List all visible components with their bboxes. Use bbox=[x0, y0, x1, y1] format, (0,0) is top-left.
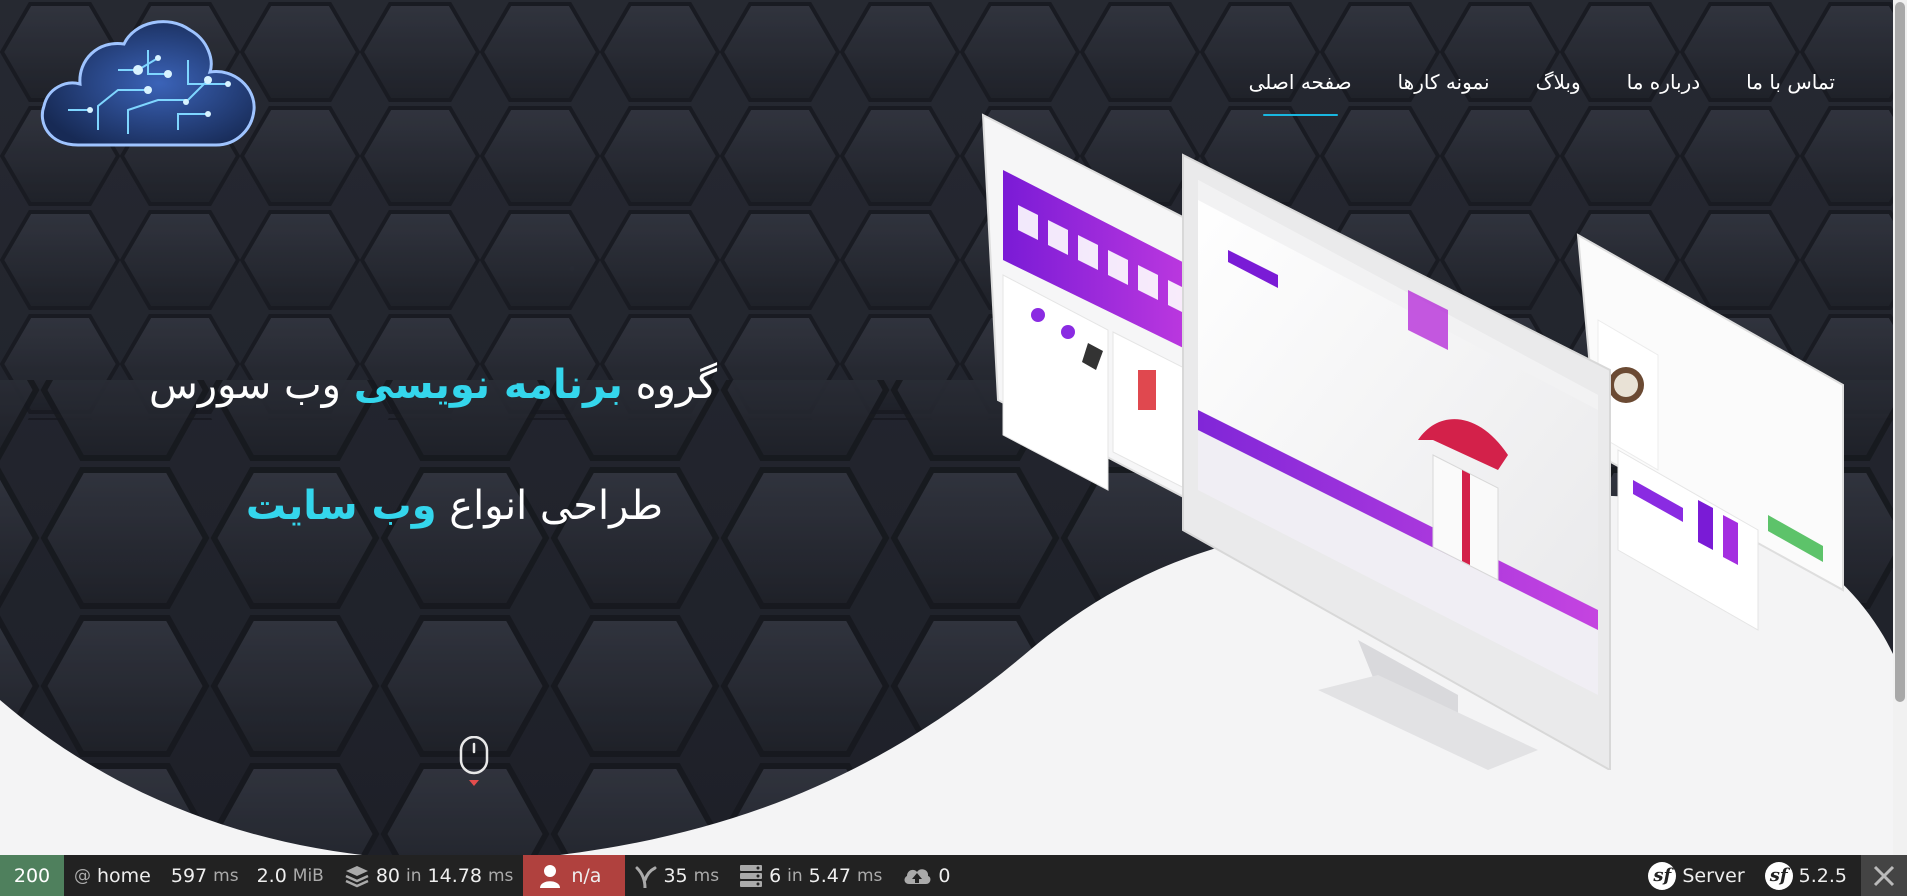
database-info[interactable]: 80 in 14.78 ms bbox=[334, 855, 524, 896]
hero-headline-start: گروه bbox=[622, 362, 717, 408]
status-code: 200 bbox=[13, 864, 51, 887]
symfony-version-icon: sf bbox=[1764, 861, 1793, 890]
nav-item-about[interactable]: درباره ما bbox=[1627, 70, 1701, 94]
cache-call-count: 6 bbox=[769, 864, 782, 887]
toolbar-close-button[interactable] bbox=[1861, 855, 1907, 896]
hero-subheadline-start: طراحی انواع bbox=[436, 483, 663, 529]
memory-unit: MiB bbox=[292, 865, 324, 886]
main-navigation: صفحه اصلی نمونه کارها وبلاگ درباره ما تم… bbox=[1249, 70, 1835, 116]
server-label: Server bbox=[1682, 864, 1745, 887]
upload-count: 0 bbox=[938, 864, 951, 887]
hero-headline-end: وب سورس bbox=[148, 362, 354, 408]
user-name: n/a bbox=[571, 864, 602, 887]
cache-in-label: in bbox=[787, 865, 803, 886]
time-unit: ms bbox=[213, 865, 239, 886]
debug-toolbar: 200 @ home 597 ms 2.0 MiB 80 in 14.78 ms… bbox=[0, 855, 1907, 896]
nav-item-home[interactable]: صفحه اصلی bbox=[1249, 70, 1352, 116]
twig-time-unit: ms bbox=[693, 865, 720, 886]
twig-info[interactable]: 35 ms bbox=[625, 855, 729, 896]
time-info[interactable]: 597 ms 2.0 MiB bbox=[161, 855, 334, 896]
db-in-label: in bbox=[406, 865, 422, 886]
cloud-circuit-logo[interactable] bbox=[38, 10, 260, 150]
upload-info[interactable]: 0 bbox=[892, 855, 960, 896]
hero-subheadline: طراحی انواع وب سایت bbox=[246, 483, 663, 529]
db-time-unit: ms bbox=[487, 865, 514, 886]
cache-time: 5.47 bbox=[808, 864, 851, 887]
database-layers-icon bbox=[345, 865, 369, 887]
symfony-logo-icon: sf bbox=[1648, 861, 1677, 890]
cache-time-unit: ms bbox=[856, 865, 883, 886]
hero-headline-highlight: برنامه نویسی bbox=[353, 362, 623, 408]
nav-item-portfolio[interactable]: نمونه کارها bbox=[1398, 70, 1490, 94]
route-info[interactable]: @ home bbox=[64, 855, 161, 896]
hero-subheadline-highlight: وب سایت bbox=[245, 483, 437, 529]
mouse-scroll-icon[interactable] bbox=[458, 736, 490, 788]
server-stack-icon bbox=[740, 864, 763, 887]
security-user-info[interactable]: n/a bbox=[523, 855, 626, 896]
time-value: 597 bbox=[170, 864, 208, 887]
route-name: home bbox=[97, 864, 151, 887]
hero-section: صفحه اصلی نمونه کارها وبلاگ درباره ما تم… bbox=[0, 0, 1907, 896]
website-mockup-illustration bbox=[981, 113, 1844, 770]
version-info[interactable]: sf 5.2.5 bbox=[1755, 855, 1861, 896]
cloud-upload-icon bbox=[904, 868, 931, 884]
memory-value: 2.0 bbox=[256, 864, 287, 887]
close-icon bbox=[1873, 865, 1895, 886]
page-scrollbar[interactable] bbox=[1893, 0, 1907, 855]
cache-info[interactable]: 6 in 5.47 ms bbox=[729, 855, 892, 896]
framework-version: 5.2.5 bbox=[1798, 864, 1847, 887]
status-code-badge[interactable]: 200 bbox=[0, 855, 64, 896]
server-info[interactable]: sf Server bbox=[1638, 855, 1754, 896]
user-icon bbox=[540, 864, 561, 888]
db-time: 14.78 bbox=[427, 864, 482, 887]
twig-branch-icon bbox=[635, 866, 657, 888]
route-prefix: @ bbox=[74, 865, 91, 886]
nav-item-blog[interactable]: وبلاگ bbox=[1536, 70, 1581, 94]
twig-time: 35 bbox=[663, 864, 688, 887]
nav-item-contact[interactable]: تماس با ما bbox=[1746, 70, 1835, 94]
hero-headline: گروه برنامه نویسی وب سورس bbox=[149, 362, 717, 408]
db-query-count: 80 bbox=[375, 864, 401, 887]
scrollbar-thumb[interactable] bbox=[1895, 2, 1905, 702]
